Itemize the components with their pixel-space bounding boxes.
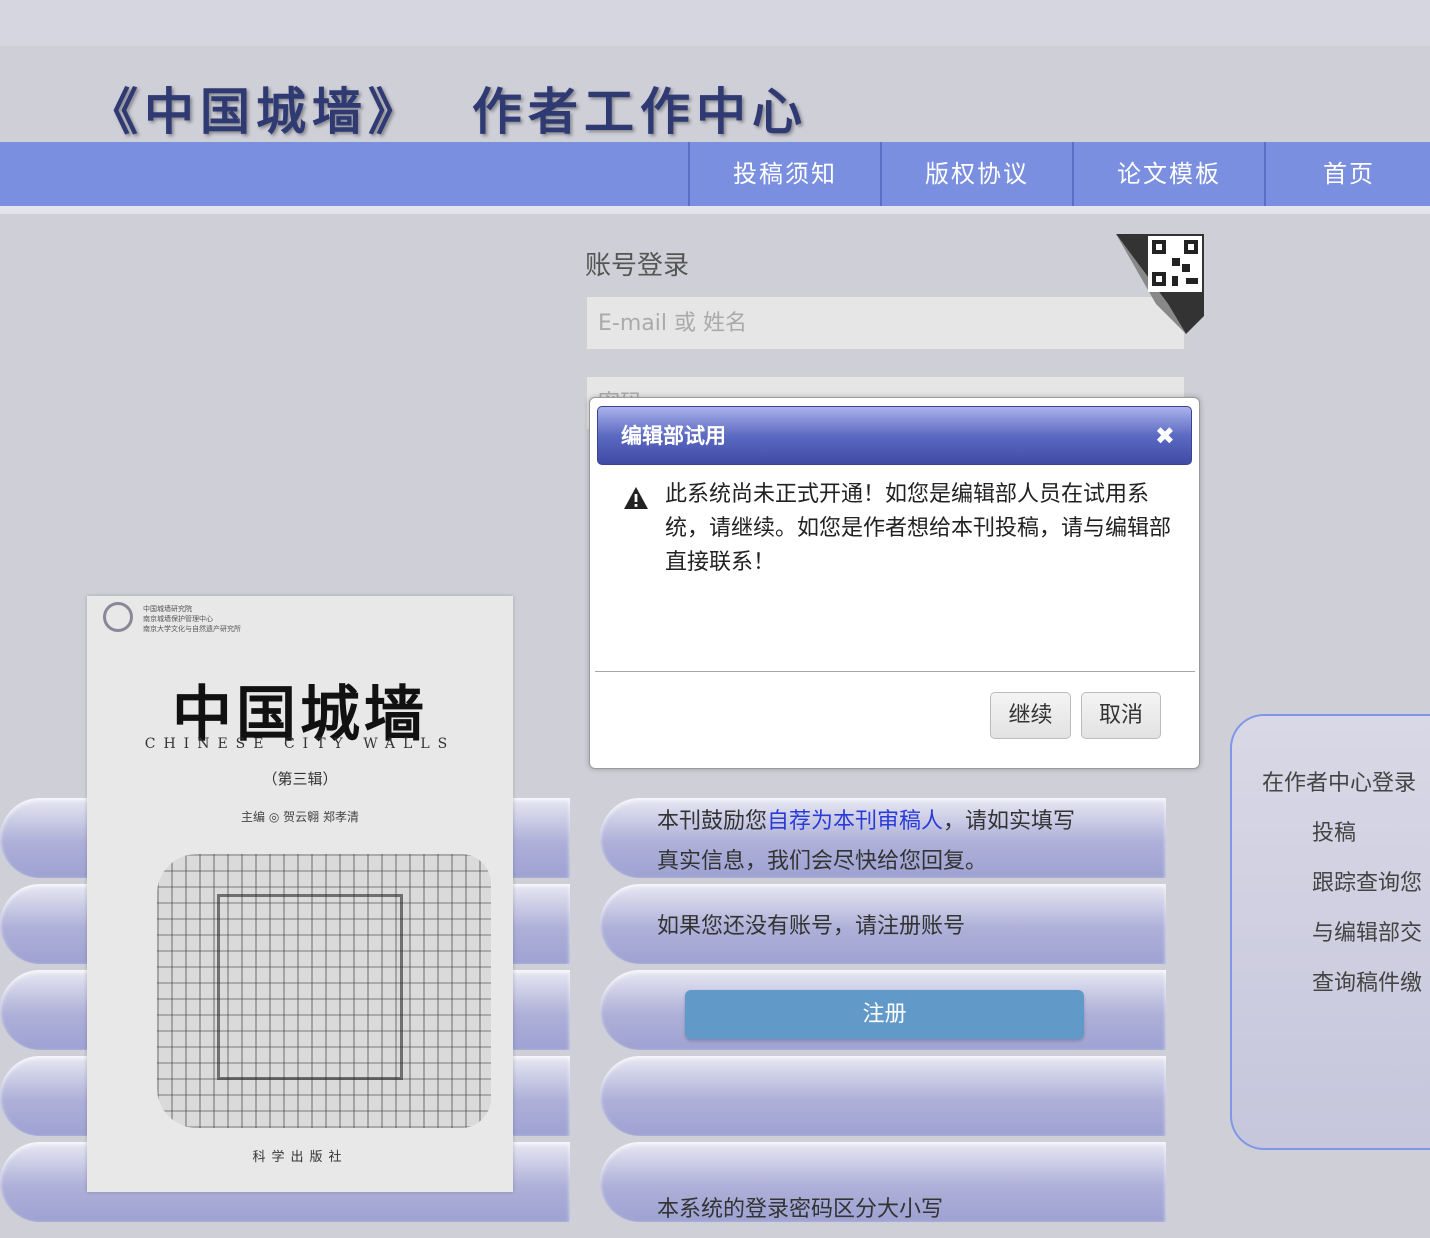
continue-button[interactable]: 继续 <box>990 692 1071 739</box>
login-title: 账号登录 <box>585 251 690 281</box>
email-field[interactable]: E-mail 或 姓名 <box>585 295 1186 351</box>
nav-copyright[interactable]: 版权协议 <box>880 142 1072 206</box>
journal-name: 《中国城墙》 <box>88 82 424 141</box>
warning-icon <box>624 487 648 509</box>
book-publisher: 科学出版社 <box>252 1150 348 1165</box>
page-title: 《中国城墙》 作者工作中心 <box>88 72 808 144</box>
panel-item-contact: 与编辑部交 <box>1312 921 1423 946</box>
nav-template[interactable]: 论文模板 <box>1072 142 1264 206</box>
dialog-title: 编辑部试用 <box>621 424 726 448</box>
nav-home[interactable]: 首页 <box>1264 142 1430 206</box>
dialog-divider <box>595 671 1195 672</box>
panel-item-track: 跟踪查询您 <box>1312 871 1423 896</box>
book-cover: 中国城墙研究院 南京城墙保护管理中心 南京大学文化与自然遗产研究所 中国城墙 C… <box>87 596 513 1192</box>
trial-dialog: 编辑部试用 ✖ 此系统尚未正式开通！如您是编辑部人员在试用系统，请继续。如您是作… <box>589 397 1200 769</box>
city-map-image <box>157 854 491 1128</box>
book-orgs: 中国城墙研究院 南京城墙保护管理中心 南京大学文化与自然遗产研究所 <box>143 605 241 633</box>
center-name: 作者工作中心 <box>472 82 808 141</box>
nav-underline <box>0 206 1430 214</box>
panel-heading: 在作者中心登录 <box>1262 771 1417 796</box>
dialog-message: 此系统尚未正式开通！如您是编辑部人员在试用系统，请继续。如您是作者想给本刊投稿，… <box>665 482 1172 575</box>
reviewer-link[interactable]: 自荐为本刊审稿人 <box>767 809 943 834</box>
panel-item-submit: 投稿 <box>1312 821 1357 846</box>
book-editors: 主编 ◎ 贺云翱 郑孝清 <box>241 810 359 824</box>
no-account-text: 如果您还没有账号，请注册账号 <box>657 914 966 939</box>
close-icon[interactable]: ✖ <box>1155 407 1175 466</box>
nav-submission-guide[interactable]: 投稿须知 <box>688 142 880 206</box>
panel-item-fees: 查询稿件缴 <box>1312 971 1423 996</box>
qr-code-icon[interactable] <box>1116 234 1206 334</box>
book-volume: （第三辑） <box>262 770 338 788</box>
institute-logo <box>103 602 133 632</box>
top-band <box>0 0 1430 46</box>
reviewer-invite: 本刊鼓励您自荐为本刊审稿人，请如实填写 真实信息，我们会尽快给您回复。 <box>657 809 1076 874</box>
cancel-button[interactable]: 取消 <box>1081 692 1161 739</box>
book-subtitle: CHINESE CITY WALLS <box>144 736 456 752</box>
register-button[interactable]: 注册 <box>685 990 1084 1039</box>
dialog-header: 编辑部试用 ✖ <box>597 406 1192 465</box>
case-sensitive-note: 本系统的登录密码区分大小写 <box>657 1197 944 1222</box>
nav-bar: 投稿须知 版权协议 论文模板 首页 <box>0 142 1430 206</box>
